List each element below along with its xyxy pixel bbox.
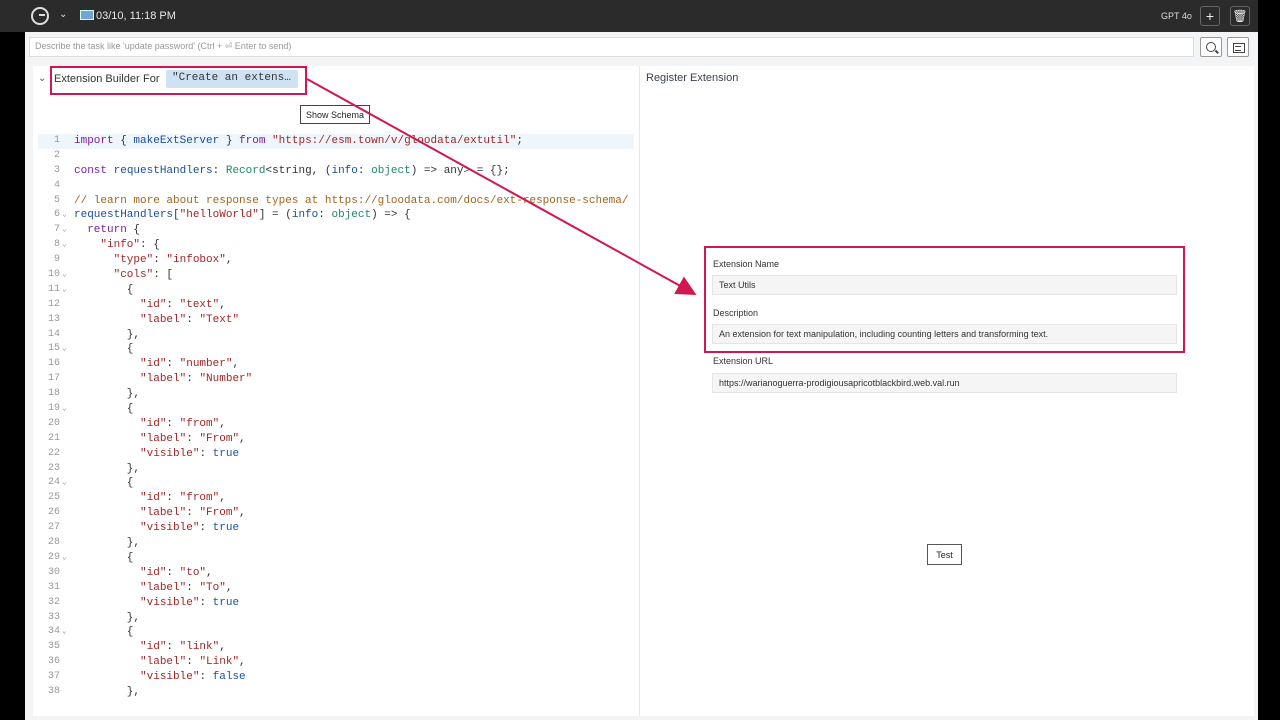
arrow-line <box>306 78 697 295</box>
annotation-arrow <box>306 78 697 295</box>
